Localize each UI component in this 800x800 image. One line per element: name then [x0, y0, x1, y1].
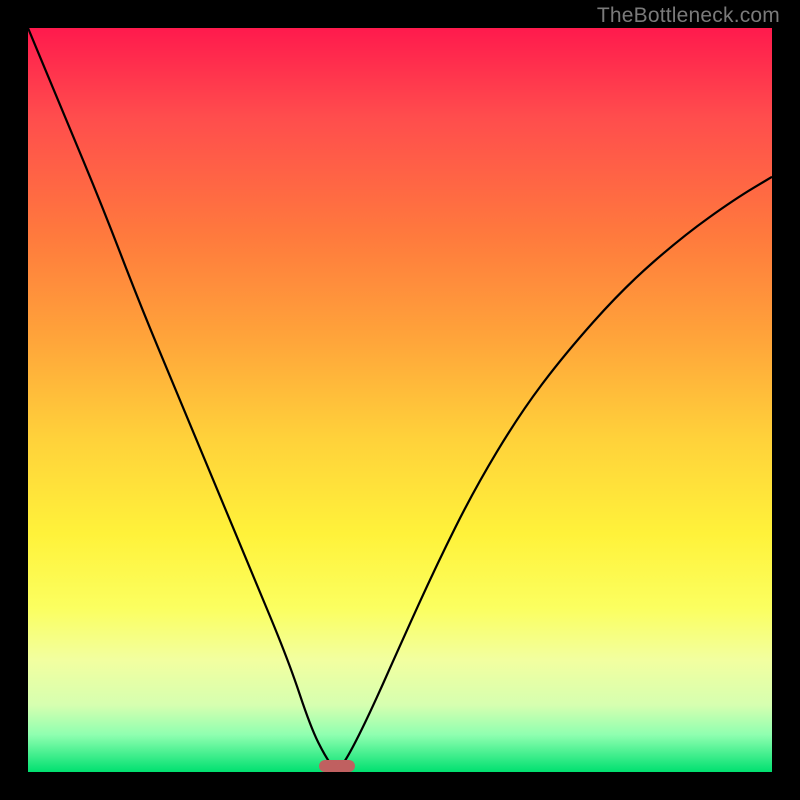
bottleneck-curve — [28, 28, 772, 772]
chart-frame: TheBottleneck.com — [0, 0, 800, 800]
optimum-marker — [319, 760, 355, 772]
plot-area — [28, 28, 772, 772]
watermark-text: TheBottleneck.com — [597, 4, 780, 28]
